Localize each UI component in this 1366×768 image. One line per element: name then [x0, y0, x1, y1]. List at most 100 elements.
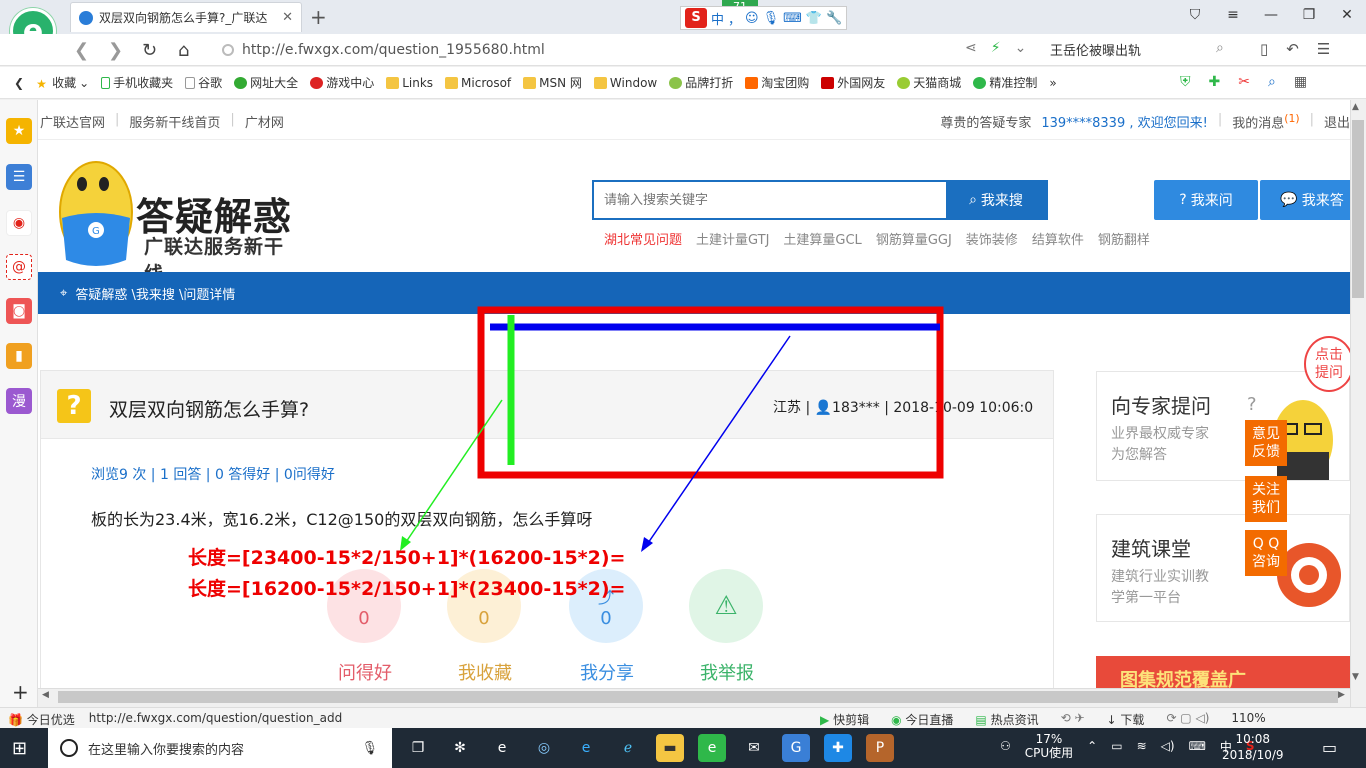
- menu-icon[interactable]: ≡: [1214, 0, 1252, 30]
- download-link[interactable]: ↓ 下载: [1107, 711, 1145, 728]
- edge-icon[interactable]: e: [488, 734, 516, 762]
- people-icon[interactable]: ⚇: [1000, 739, 1011, 753]
- qq-consult-button[interactable]: Q Q 咨询: [1245, 530, 1287, 576]
- messages-link[interactable]: 我的消息(1): [1232, 112, 1299, 131]
- clock[interactable]: 10:08 2018/10/9: [1222, 731, 1284, 763]
- undo-icon[interactable]: ↶: [1286, 40, 1299, 58]
- course-box[interactable]: 建筑课堂 建筑行业实训教 学第一平台: [1096, 514, 1350, 622]
- weibo-icon[interactable]: ◉: [6, 210, 32, 236]
- search-button[interactable]: ⌕ 我来搜: [946, 182, 1046, 218]
- logout-link[interactable]: 退出: [1324, 112, 1350, 131]
- ime-mode[interactable]: 中: [711, 9, 724, 28]
- bookmarks-prev-icon[interactable]: ❮: [14, 76, 24, 90]
- scroll-down-icon[interactable]: ▼: [1352, 672, 1359, 682]
- more-icon[interactable]: ☰: [1317, 40, 1330, 58]
- app-g-icon[interactable]: G: [782, 734, 810, 762]
- follow-button[interactable]: 关注 我们: [1245, 476, 1287, 522]
- tray-up-icon[interactable]: ⌃: [1087, 739, 1097, 753]
- windows-start-icon[interactable]: ⊞: [12, 738, 27, 759]
- ad-banner[interactable]: 图集规范覆盖广: [1096, 656, 1350, 688]
- hot-link[interactable]: 湖北常见问题: [604, 229, 682, 248]
- bookmark-folder[interactable]: Microsof: [445, 76, 511, 90]
- new-tab-button[interactable]: +: [310, 5, 327, 29]
- ime-punct[interactable]: ，: [728, 9, 741, 28]
- emoji-icon[interactable]: ☺: [745, 11, 759, 26]
- browser-tab[interactable]: 双层双向钢筋怎么手算?_广联达 ✕: [70, 2, 302, 32]
- favorite-button[interactable]: 0: [447, 569, 521, 643]
- horizontal-scroll-thumb[interactable]: [58, 691, 1338, 703]
- answer-button[interactable]: 💬 我来答: [1260, 180, 1350, 220]
- bookmark-item[interactable]: 游戏中心: [310, 74, 374, 91]
- shield-icon[interactable]: ⛨: [1180, 74, 1191, 90]
- address-bar[interactable]: http://e.fwxgx.com/question_1955680.html: [222, 38, 952, 62]
- hot-link[interactable]: 土建算量GCL: [783, 229, 861, 248]
- user-greeting[interactable]: 139****8339 , 欢迎您回来!: [1041, 112, 1208, 131]
- site-logo[interactable]: G 答疑解惑 广联达服务新干线: [52, 148, 302, 285]
- task-view-icon[interactable]: ❐: [404, 734, 432, 762]
- bookmarks-more-icon[interactable]: »: [1049, 76, 1056, 90]
- search-icon[interactable]: ⌕: [1216, 40, 1224, 56]
- network-icon[interactable]: ≋: [1137, 739, 1147, 753]
- app-plus-icon[interactable]: ✚: [824, 734, 852, 762]
- news-icon[interactable]: ☰: [6, 164, 32, 190]
- volume-icon[interactable]: ◁): [1161, 739, 1175, 753]
- phone-icon[interactable]: ▯: [1260, 40, 1268, 58]
- home-icon[interactable]: ⌂: [178, 40, 189, 61]
- battery-icon[interactable]: ▭: [1111, 739, 1122, 753]
- link-fwxgx-home[interactable]: 服务新干线首页: [129, 112, 220, 131]
- file-explorer-icon[interactable]: ▬: [656, 734, 684, 762]
- hot-link[interactable]: 土建计量GTJ: [696, 229, 769, 248]
- mic-icon[interactable]: 🎙: [361, 741, 378, 756]
- report-button[interactable]: ⚠: [689, 569, 763, 643]
- taskbar-search[interactable]: 在这里输入你要搜索的内容 🎙: [48, 728, 392, 768]
- skin-icon[interactable]: 👕: [806, 11, 822, 26]
- like-button[interactable]: 0: [327, 569, 401, 643]
- tab-close-icon[interactable]: ✕: [282, 10, 293, 25]
- bookmark-folder[interactable]: Window: [593, 76, 657, 90]
- ask-button[interactable]: ? 我来问: [1154, 180, 1258, 220]
- favorite-label[interactable]: 我收藏: [435, 659, 535, 685]
- today-pick-link[interactable]: 🎁 今日优选: [8, 711, 75, 728]
- add-sidebar-icon[interactable]: +: [12, 680, 29, 704]
- book-icon[interactable]: ▮: [6, 343, 32, 369]
- bookmark-item[interactable]: 精准控制: [973, 74, 1037, 91]
- hot-link[interactable]: 钢筋翻样: [1098, 229, 1150, 248]
- keyboard-icon[interactable]: ⌨: [783, 11, 802, 26]
- notification-icon[interactable]: ▭: [1322, 738, 1337, 757]
- scroll-up-icon[interactable]: ▲: [1352, 102, 1359, 112]
- speed-icon[interactable]: ⚡: [991, 40, 1001, 56]
- url-text[interactable]: http://e.fwxgx.com/question_1955680.html: [242, 42, 545, 58]
- live-link[interactable]: ◉ 今日直播: [891, 711, 953, 728]
- zoom-level[interactable]: 110%: [1231, 711, 1265, 728]
- restore-icon[interactable]: ❐: [1290, 0, 1328, 30]
- ie-icon[interactable]: ℯ: [614, 734, 642, 762]
- dropdown-icon[interactable]: ⌄: [1015, 40, 1027, 56]
- hot-search[interactable]: 王岳伦被曝出轨: [1050, 40, 1141, 59]
- mic-icon[interactable]: 🎙: [763, 11, 780, 26]
- like-label[interactable]: 问得好: [315, 659, 415, 685]
- bookmark-item[interactable]: 网址大全: [234, 74, 298, 91]
- bookmark-item[interactable]: ★ 收藏 ⌄: [36, 74, 89, 91]
- link-gldcai[interactable]: 广材网: [245, 112, 284, 131]
- share-label[interactable]: 我分享: [557, 659, 657, 685]
- apps-icon[interactable]: ▦: [1294, 74, 1307, 90]
- back-icon[interactable]: ❮: [74, 40, 89, 61]
- scroll-right-icon[interactable]: ▶: [1338, 690, 1345, 700]
- hot-news-link[interactable]: ▤ 热点资讯: [975, 711, 1038, 728]
- game-icon[interactable]: ◙: [6, 298, 32, 324]
- question-stats[interactable]: 浏览9 次 | 1 回答 | 0 答得好 | 0问得好: [91, 464, 335, 484]
- status-icons[interactable]: ⟳ ▢ ◁): [1166, 711, 1209, 728]
- bookmark-item[interactable]: 谷歌: [185, 74, 222, 91]
- cut-icon[interactable]: ✂: [1238, 74, 1250, 90]
- browser-360-icon[interactable]: e: [698, 734, 726, 762]
- refresh-icon[interactable]: ↻: [142, 40, 157, 61]
- keyboard-icon[interactable]: ⌨: [1189, 739, 1206, 753]
- quick-clip-link[interactable]: ▶ 快剪辑: [820, 711, 869, 728]
- feedback-button[interactable]: 意见 反馈: [1245, 420, 1287, 466]
- cpu-meter[interactable]: 17% CPU使用: [1025, 732, 1073, 760]
- ask-expert-box[interactable]: 向专家提问 业界最权威专家 为您解答 ?: [1096, 371, 1350, 481]
- share-icon[interactable]: ⋖: [965, 40, 977, 56]
- tool-icon[interactable]: 🔧: [826, 11, 842, 26]
- bookmark-item[interactable]: 天猫商城: [897, 74, 961, 91]
- bookmark-folder[interactable]: MSN 网: [523, 74, 582, 91]
